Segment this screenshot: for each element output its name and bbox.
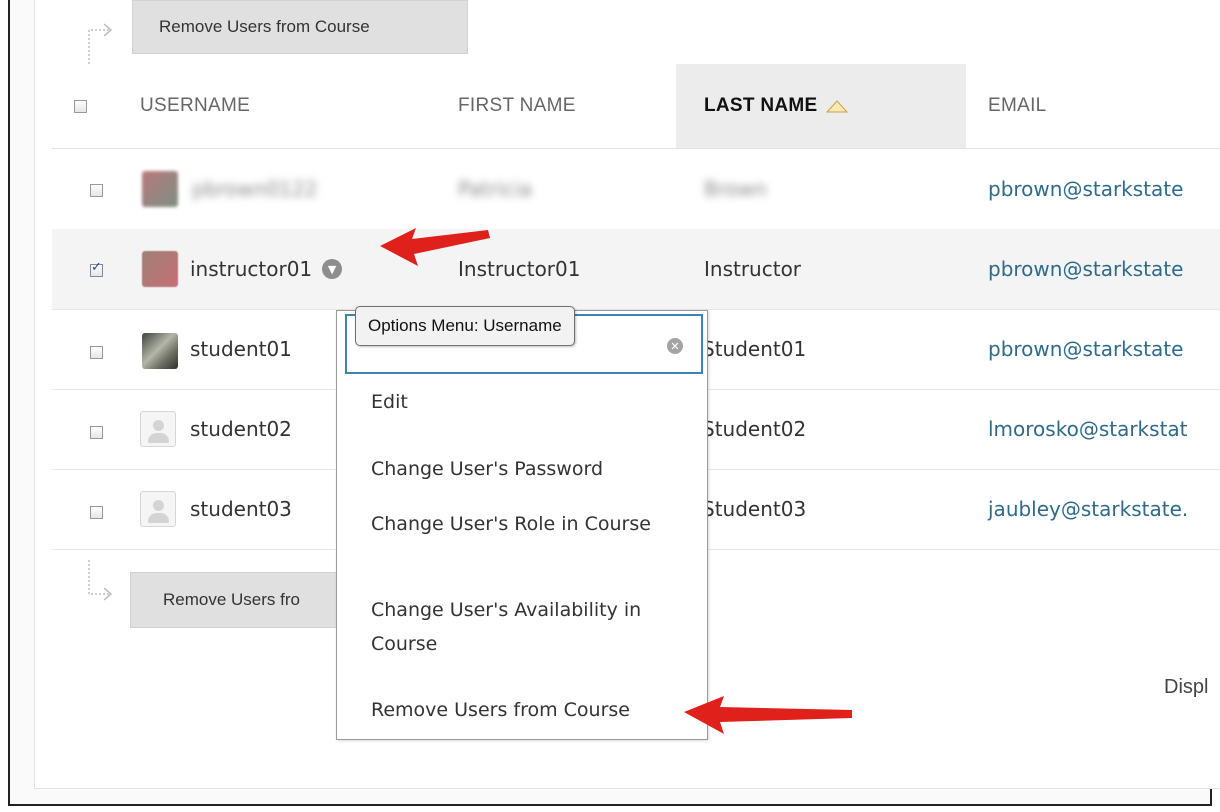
remove-users-button-bottom[interactable]: Remove Users fro <box>130 572 340 628</box>
last-name-cell: Student03 <box>702 497 807 521</box>
menu-item-change-role[interactable]: Change User's Role in Course <box>371 507 661 541</box>
bulk-action-arrow-icon <box>88 560 112 601</box>
menu-item-change-password[interactable]: Change User's Password <box>371 452 701 486</box>
annotation-arrow-icon <box>380 228 490 266</box>
column-header-username[interactable]: USERNAME <box>140 64 250 148</box>
menu-item-change-availability[interactable]: Change User's Availability in Course <box>371 593 701 661</box>
options-menu: ✕ Edit Change User's Password Change Use… <box>336 310 708 740</box>
email-link[interactable]: pbrown@starkstate <box>988 149 1183 229</box>
table-row: instructor01 ▼ Instructor01 Instructor p… <box>52 229 1220 310</box>
default-user-icon <box>140 491 176 527</box>
last-name-text: Brown <box>704 177 767 201</box>
email-link[interactable]: jaubley@starkstate. <box>988 469 1188 549</box>
row-checkbox[interactable] <box>90 346 103 359</box>
options-menu-chevron-icon[interactable]: ▼ <box>322 259 343 279</box>
default-user-icon <box>140 411 176 447</box>
clear-icon[interactable]: ✕ <box>667 338 683 354</box>
select-all-checkbox[interactable] <box>74 100 87 113</box>
sort-ascending-icon <box>825 100 848 113</box>
table-header: USERNAME FIRST NAME LAST NAME EMAIL <box>52 64 1220 149</box>
column-header-first-name[interactable]: FIRST NAME <box>458 64 576 148</box>
menu-item-edit[interactable]: Edit <box>371 385 701 419</box>
username-cell[interactable]: student03 <box>190 469 292 549</box>
last-name-cell: Student01 <box>702 337 807 361</box>
column-header-last-name[interactable]: LAST NAME <box>676 64 966 148</box>
row-checkbox[interactable] <box>90 506 103 519</box>
menu-item-remove-users[interactable]: Remove Users from Course <box>371 693 701 727</box>
username-cell[interactable]: pbrown0122 <box>192 149 317 229</box>
column-header-email[interactable]: EMAIL <box>988 64 1047 148</box>
last-name-cell: Student02 <box>702 417 807 441</box>
user-avatar <box>142 171 178 207</box>
first-name-text: Patricia <box>458 177 532 201</box>
last-name-cell: Instructor <box>704 257 802 281</box>
username-cell[interactable]: student02 <box>190 389 292 469</box>
user-avatar <box>142 333 178 369</box>
user-avatar <box>142 251 178 287</box>
email-link[interactable]: pbrown@starkstate <box>988 309 1183 389</box>
row-checkbox[interactable] <box>90 184 103 197</box>
email-link[interactable]: lmorosko@starkstat <box>988 389 1188 469</box>
username-cell[interactable]: student01 <box>190 309 292 389</box>
row-checkbox[interactable] <box>90 260 103 277</box>
first-name-cell: Patricia <box>458 149 532 229</box>
options-menu-tooltip: Options Menu: Username <box>355 306 575 346</box>
bulk-action-arrow-icon <box>88 23 112 64</box>
display-count-text: Displ <box>1164 676 1209 698</box>
remove-users-button-top[interactable]: Remove Users from Course <box>132 0 468 54</box>
email-link[interactable]: pbrown@starkstate <box>988 229 1183 309</box>
username-text: pbrown0122 <box>192 177 318 201</box>
annotation-arrow-icon <box>684 696 852 734</box>
username-cell[interactable]: instructor01 ▼ <box>190 229 343 309</box>
username-text: instructor01 <box>190 257 313 281</box>
row-checkbox[interactable] <box>90 426 103 439</box>
column-header-last-name-label: LAST NAME <box>704 95 818 116</box>
table-row: pbrown0122 Patricia Brown pbrown@starkst… <box>52 149 1220 230</box>
last-name-cell: Brown <box>704 149 767 229</box>
